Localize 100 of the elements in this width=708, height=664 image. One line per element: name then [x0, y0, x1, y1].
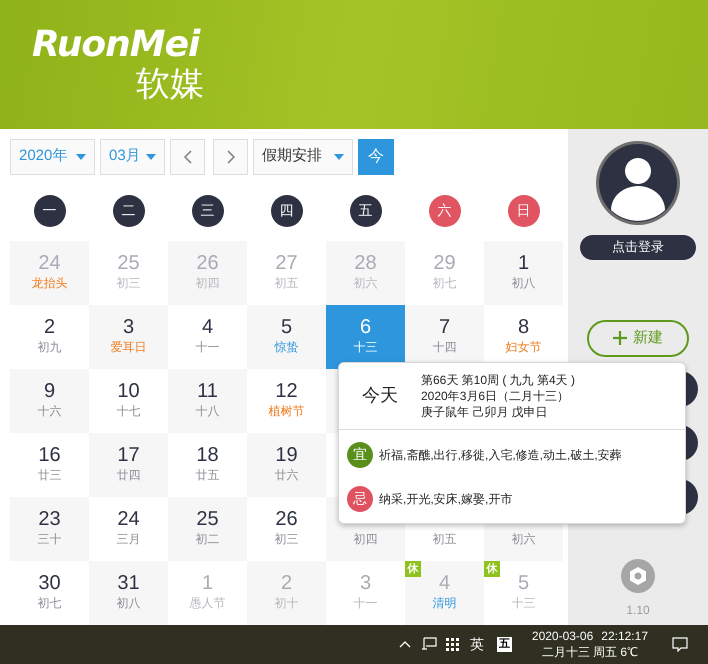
lunar-date: 初二 — [196, 530, 220, 547]
day-cell[interactable]: 23 三十 — [10, 496, 89, 561]
lunar-date: 初五 — [274, 274, 298, 291]
day-cell[interactable]: 19 廿六 — [247, 432, 326, 497]
day-number: 9 — [44, 378, 56, 403]
lunar-date: 初七 — [38, 594, 62, 611]
notification-icon[interactable] — [672, 636, 688, 652]
network-icon[interactable] — [420, 637, 437, 652]
day-cell[interactable]: 11 十八 — [168, 368, 247, 433]
lunar-date: 惊蛰 — [274, 338, 298, 355]
lunar-date: 植树节 — [268, 402, 304, 419]
day-number: 19 — [275, 442, 298, 467]
holiday-dropdown[interactable]: 假期安排 — [253, 138, 353, 175]
day-number: 7 — [438, 314, 450, 339]
plus-icon — [613, 331, 627, 346]
day-info-line: 2020年3月6日（二月十三） — [421, 388, 570, 404]
lunar-date: 初三 — [274, 530, 298, 547]
lunar-date: 三十 — [38, 530, 62, 547]
day-number: 31 — [117, 570, 140, 595]
day-number: 16 — [38, 442, 61, 467]
day-number: 1 — [202, 570, 214, 595]
caret-icon — [146, 154, 156, 160]
chevron-left-icon — [184, 150, 192, 164]
lunar-date: 十六 — [38, 402, 62, 419]
day-number: 25 — [117, 250, 140, 275]
lunar-date: 三月 — [116, 530, 140, 547]
day-number: 5 — [280, 314, 292, 339]
day-cell[interactable]: 31 初八 — [89, 560, 168, 625]
day-number: 11 — [197, 378, 218, 403]
weather-info[interactable]: 二月十三 周五 6℃ — [542, 644, 638, 660]
lunar-date: 廿四 — [116, 466, 140, 483]
day-number: 28 — [354, 250, 377, 275]
caret-icon — [76, 154, 86, 160]
lunar-date: 初八 — [512, 274, 536, 291]
lunar-date: 十八 — [196, 402, 220, 419]
weekday-label: 四 — [270, 194, 302, 227]
ime-mode[interactable]: 五 — [496, 636, 512, 652]
day-number: 27 — [275, 250, 298, 275]
date-text[interactable]: 2020-03-06 — [532, 628, 594, 644]
lunar-date: 十四 — [432, 338, 456, 355]
day-number: 4 — [438, 570, 450, 595]
lunar-date: 廿三 — [38, 466, 62, 483]
day-number: 2 — [44, 314, 56, 339]
lunar-date: 清明 — [432, 594, 456, 611]
lunar-date: 十一 — [196, 338, 220, 355]
day-number: 29 — [433, 250, 456, 275]
time-text[interactable]: 22:12:17 — [601, 628, 648, 644]
day-number: 26 — [196, 250, 219, 275]
day-info-line: 庚子鼠年 己卯月 戊申日 — [421, 404, 549, 420]
login-button[interactable]: 点击登录 — [580, 234, 696, 260]
day-cell[interactable]: 9 十六 — [10, 368, 89, 433]
day-number: 23 — [38, 506, 61, 531]
day-cell[interactable]: 1 初八 — [484, 240, 563, 305]
lunar-date: 初三 — [116, 274, 140, 291]
day-number: 26 — [275, 506, 298, 531]
lunar-date: 爱耳日 — [110, 338, 146, 355]
lunar-date: 初十 — [274, 594, 298, 611]
weekday-label: 三 — [192, 194, 224, 227]
caret-icon — [334, 154, 344, 160]
grid-icon[interactable] — [446, 638, 459, 651]
weekday-label: 二 — [112, 194, 144, 227]
lunar-date: 十三 — [354, 338, 378, 355]
day-number: 17 — [117, 442, 140, 467]
day-cell[interactable]: 25 初二 — [168, 496, 247, 561]
lunar-date: 初五 — [432, 530, 456, 547]
advice-text: 祈福,斋醮,出行,移徙,入宅,修造,动土,破土,安葬 — [379, 446, 622, 464]
advice-mark: 忌 — [347, 486, 373, 512]
day-number: 10 — [117, 378, 140, 403]
day-number: 25 — [196, 506, 219, 531]
chevron-up-icon[interactable] — [398, 640, 411, 648]
day-info-line: 第66天 第10周 ( 九九 第4天 ) — [421, 372, 576, 388]
advice-mark: 宜 — [347, 442, 373, 468]
day-number: 24 — [117, 506, 140, 531]
holiday-badge: 休 — [405, 560, 421, 577]
day-number: 3 — [122, 314, 134, 339]
ime-language[interactable]: 英 — [470, 634, 484, 655]
chevron-right-icon — [226, 150, 234, 164]
weekday-label: 一 — [34, 194, 66, 227]
weekday-label: 六 — [428, 194, 460, 227]
day-cell[interactable]: 3 爱耳日 — [89, 304, 168, 369]
day-cell[interactable]: 5 惊蛰 — [247, 304, 326, 369]
day-number: 24 — [38, 250, 61, 275]
lunar-date: 初四 — [196, 274, 220, 291]
lunar-date: 初四 — [354, 530, 378, 547]
day-number: 4 — [202, 314, 214, 339]
lunar-date: 愚人节 — [190, 594, 226, 611]
day-number: 30 — [38, 570, 61, 595]
day-number: 8 — [518, 314, 530, 339]
lunar-date: 初六 — [512, 530, 536, 547]
lunar-date: 十三 — [512, 594, 536, 611]
day-number: 12 — [275, 378, 298, 403]
day-cell[interactable]: 17 廿四 — [89, 432, 168, 497]
lunar-date: 龙抬头 — [32, 274, 68, 291]
lunar-date: 初七 — [432, 274, 456, 291]
day-number: 5 — [518, 570, 530, 595]
lunar-date: 十七 — [116, 402, 140, 419]
day-number: 2 — [280, 570, 292, 595]
day-number: 3 — [360, 570, 372, 595]
weekday-label: 五 — [350, 194, 382, 227]
logo-chinese: 软媒 — [136, 64, 205, 104]
